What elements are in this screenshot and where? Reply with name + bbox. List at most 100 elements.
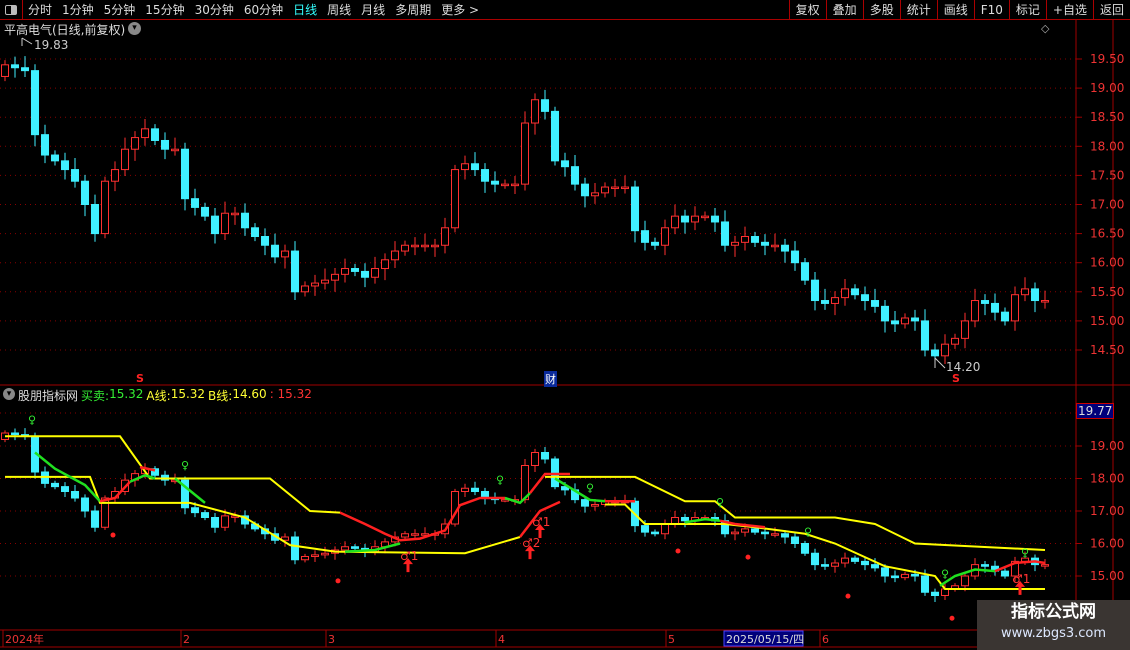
- candle-body: [651, 241, 659, 246]
- candle-body: [611, 186, 619, 190]
- main-candle: [971, 288, 979, 328]
- candle-body: [731, 531, 739, 535]
- candle-body: [371, 268, 379, 278]
- main-candle: [421, 233, 429, 252]
- candle-body: [851, 557, 859, 562]
- candle-body: [791, 536, 799, 544]
- sell-signal-line: [174, 477, 206, 504]
- price-tick-label: 18.00: [1090, 139, 1124, 153]
- time-axis-label: 5: [668, 633, 675, 646]
- sell-mark: ♀: [496, 473, 504, 486]
- b-line: [5, 475, 521, 555]
- candle-body: [581, 499, 589, 507]
- finance-badge[interactable]: 财: [544, 371, 557, 387]
- main-candle: [391, 241, 399, 268]
- main-candle: [371, 256, 379, 284]
- main-candle: [611, 178, 619, 197]
- candle-body: [511, 183, 519, 187]
- candle-body: [311, 282, 319, 287]
- candle-body: [1, 64, 9, 77]
- candle-body: [771, 533, 779, 536]
- indicator-candle: [61, 482, 69, 498]
- candle-body: [951, 337, 959, 345]
- price-tick-label: 16.00: [1090, 537, 1124, 551]
- indicator-candle: [301, 553, 309, 563]
- candle-body: [521, 122, 529, 185]
- red-dot: [949, 615, 955, 621]
- indicator-candle: [471, 481, 479, 496]
- main-candle: [651, 237, 659, 250]
- indicator-candle: [821, 558, 829, 570]
- cursor-date-label: 2025/05/15/四: [726, 633, 804, 646]
- high-pointer-icon: [21, 37, 33, 46]
- price-tick-label: 19.00: [1090, 439, 1124, 453]
- candle-body: [641, 230, 649, 243]
- buy-signal-line: [994, 560, 1046, 573]
- candle-body: [351, 268, 359, 272]
- candle-body: [181, 148, 189, 200]
- candle-body: [901, 317, 909, 325]
- a-line-label: A线:: [146, 389, 171, 403]
- candle-body: [541, 99, 549, 112]
- candle-body: [791, 250, 799, 264]
- buysell-label: 买卖:: [81, 389, 110, 403]
- indicator-candle: [531, 448, 539, 472]
- main-candle: [521, 111, 529, 191]
- main-candle: [311, 274, 319, 296]
- main-candle: [741, 226, 749, 251]
- candle-body: [491, 180, 499, 185]
- candle-body: [221, 515, 229, 528]
- candle-body: [851, 288, 859, 296]
- main-candle: [281, 244, 289, 269]
- chevron-down-icon[interactable]: ▾: [128, 22, 141, 35]
- main-candle: [721, 210, 729, 252]
- candle-body: [921, 575, 929, 593]
- candle-body: [921, 320, 929, 351]
- candle-body: [841, 557, 849, 564]
- candle-body: [1031, 288, 1039, 302]
- indicator-candle: [331, 546, 339, 560]
- candle-body: [941, 343, 949, 357]
- main-candle: [221, 201, 229, 241]
- price-tick-label: 15.00: [1090, 314, 1124, 328]
- candle-body: [81, 180, 89, 206]
- main-candle: [191, 188, 199, 216]
- main-candle: [91, 194, 99, 242]
- chart-canvas[interactable]: 19.50 19.00 18.50 18.00 17.50 17.00 16.50 16.00…: [0, 0, 1130, 650]
- candle-body: [301, 285, 309, 293]
- candle-body: [311, 554, 319, 557]
- sell-mark: ♀: [28, 413, 36, 426]
- candle-body: [931, 591, 939, 596]
- buy-mark: ♂1: [532, 515, 550, 529]
- main-candle: [601, 182, 609, 198]
- main-candle: [171, 137, 179, 156]
- candle-body: [421, 244, 429, 248]
- candle-body: [761, 241, 769, 246]
- main-candle: [531, 93, 539, 135]
- main-candle: [731, 235, 739, 257]
- candle-body: [661, 227, 669, 246]
- candle-body: [321, 279, 329, 284]
- price-tick-label: 18.00: [1090, 472, 1124, 486]
- candle-body: [911, 573, 919, 577]
- main-candle: [881, 299, 889, 333]
- candle-body: [871, 564, 879, 569]
- candle-body: [641, 525, 649, 533]
- candle-body: [321, 552, 329, 556]
- candle-body: [261, 236, 269, 246]
- buy-mark: ♂2: [522, 536, 540, 550]
- main-candle: [161, 132, 169, 160]
- candle-body: [11, 432, 19, 436]
- main-candle: [1011, 286, 1019, 331]
- indicator-candle: [1041, 559, 1049, 570]
- candle-body: [61, 486, 69, 492]
- candle-body: [391, 250, 399, 261]
- diamond-icon[interactable]: ◇: [1041, 22, 1049, 35]
- chevron-down-icon[interactable]: ▾: [3, 388, 15, 400]
- sell-mark: ♀: [1021, 547, 1029, 560]
- red-dot: [110, 532, 116, 538]
- main-candle: [891, 311, 899, 332]
- candle-body: [71, 169, 79, 182]
- indicator-name[interactable]: 股朋指标网: [18, 387, 78, 404]
- buy-mark: ♂1: [1012, 572, 1030, 586]
